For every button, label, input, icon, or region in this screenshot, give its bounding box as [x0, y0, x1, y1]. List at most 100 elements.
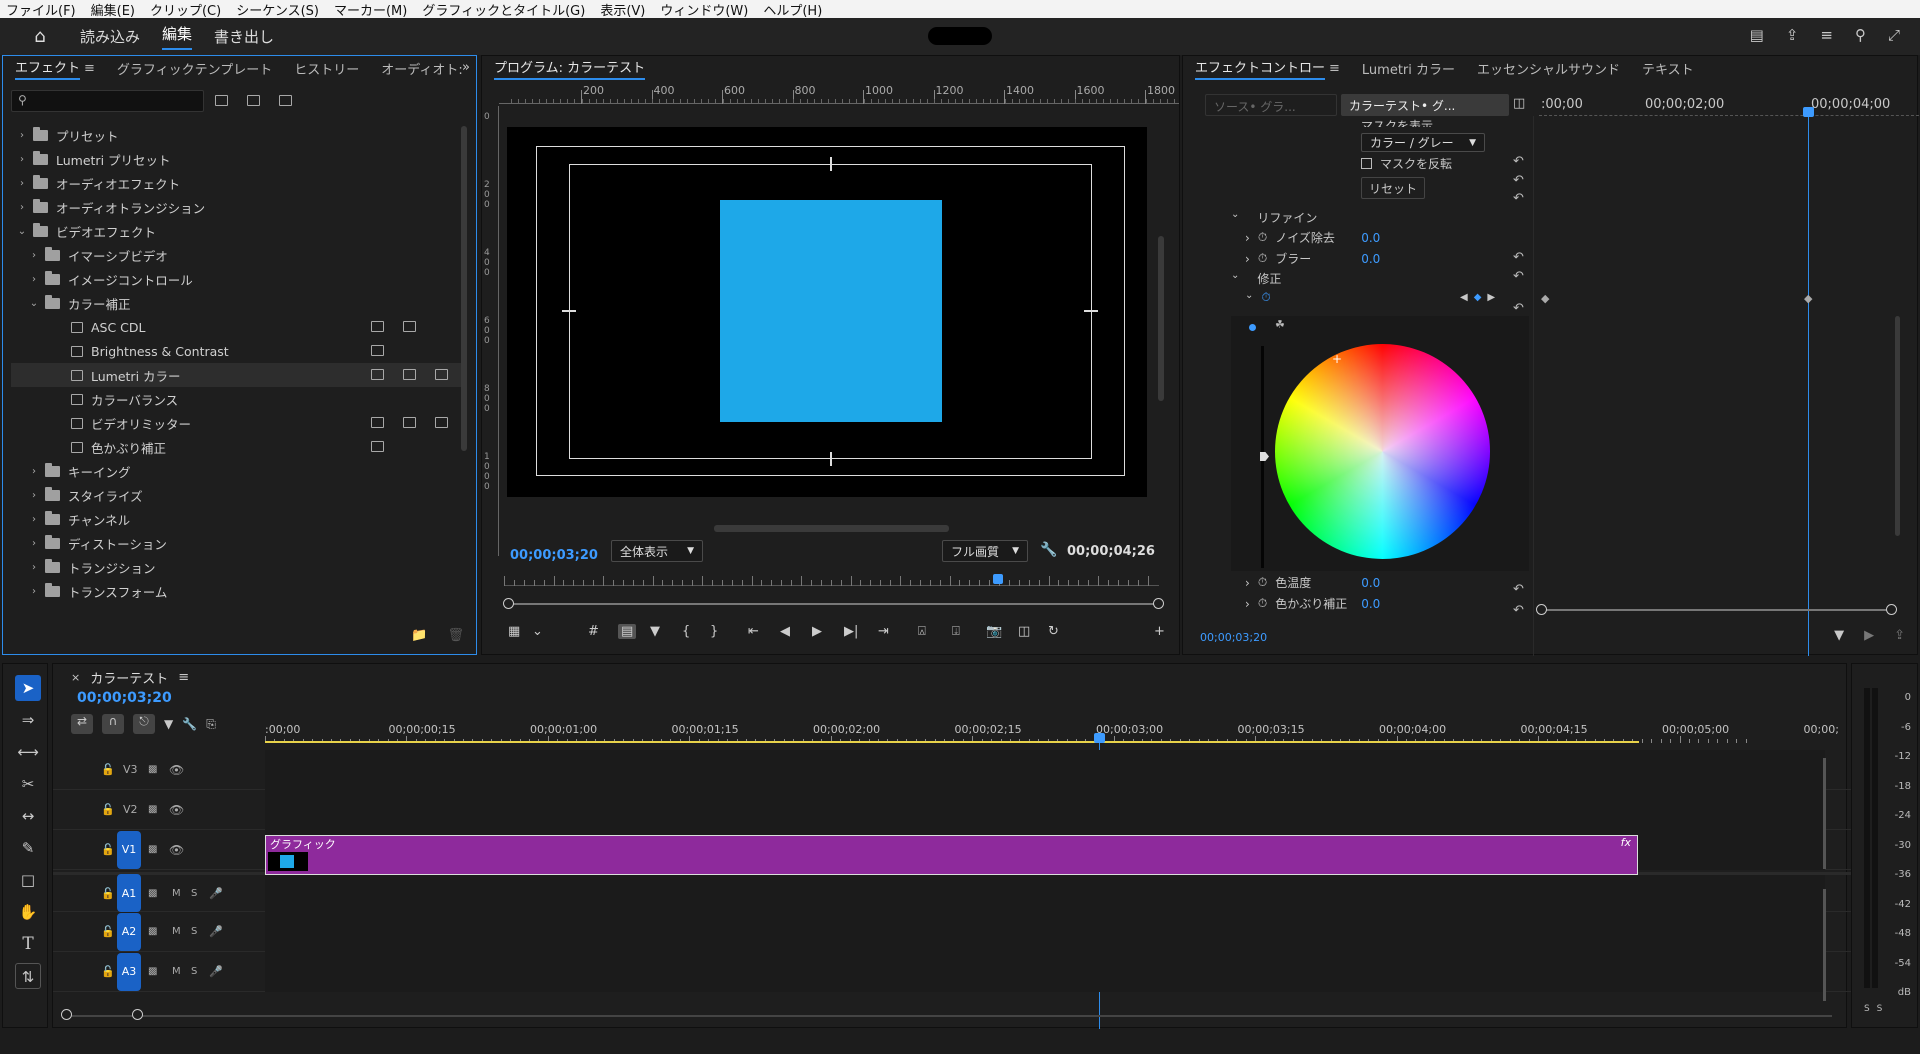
timeline-settings-icon[interactable]: 🔧: [182, 717, 197, 731]
mini-playhead[interactable]: [993, 574, 1003, 584]
mode-dropdown[interactable]: カラー / グレー ▼: [1361, 133, 1485, 152]
compare-icon[interactable]: ◫: [1018, 624, 1030, 639]
track-lane[interactable]: [265, 875, 1825, 915]
sync-lock-icon[interactable]: ▩: [148, 804, 157, 815]
grid-icon[interactable]: #: [588, 624, 599, 639]
chevron-right-icon[interactable]: ›: [27, 250, 41, 261]
chevron-right-icon[interactable]: ›: [1245, 597, 1250, 611]
ec-zoom-right[interactable]: [1886, 604, 1897, 615]
play-icon[interactable]: ▶: [812, 624, 822, 639]
chevron-right-icon[interactable]: ›: [27, 514, 41, 525]
track-name[interactable]: V2: [123, 803, 138, 816]
sync-lock-icon[interactable]: ▩: [148, 926, 157, 937]
track-lane[interactable]: [265, 750, 1825, 790]
add-keyframe-icon[interactable]: ◆: [1474, 292, 1482, 303]
menu-item[interactable]: クリップ(C): [150, 0, 221, 19]
microphone-icon[interactable]: 🎤: [209, 887, 223, 900]
chevron-down-icon[interactable]: ⌄: [15, 226, 29, 237]
effects-tree-item[interactable]: ⌄ カラー補正: [11, 291, 466, 315]
mini-timeline[interactable]: [504, 574, 1159, 586]
track-target[interactable]: V1: [117, 830, 141, 869]
settings-icon[interactable]: ≡: [1820, 26, 1833, 44]
sync-lock-icon[interactable]: ▩: [148, 764, 157, 775]
search-field[interactable]: ⚲: [11, 90, 204, 112]
rectangle-tool-icon[interactable]: □: [15, 867, 41, 893]
stopwatch-icon[interactable]: ⏱: [1258, 596, 1267, 611]
track-name[interactable]: V3: [123, 763, 138, 776]
stopwatch-icon[interactable]: ⏱: [1258, 230, 1267, 245]
track-lane[interactable]: [265, 912, 1825, 952]
prev-keyframe-icon[interactable]: ◀: [1460, 292, 1468, 303]
timeline-ruler[interactable]: :00;00 00;00;00;15 00;00;01;00 00;00;01;15 0…: [265, 716, 1839, 744]
effects-tree-item[interactable]: › プリセット: [11, 123, 466, 147]
sequence-tab[interactable]: カラーテスト• グ...: [1341, 94, 1509, 116]
meter-solo-buttons[interactable]: S S: [1864, 1004, 1884, 1014]
effects-tree-item[interactable]: › トランスフォーム: [11, 579, 466, 603]
temp-value[interactable]: 0.0: [1361, 576, 1380, 590]
audio-vscroll[interactable]: [1823, 889, 1826, 1001]
lock-icon[interactable]: 🔓: [101, 843, 115, 856]
work-area-bar[interactable]: [265, 741, 1639, 743]
filter-icon[interactable]: ▼: [1834, 628, 1844, 643]
monitor-hscroll[interactable]: [714, 525, 949, 532]
fullscreen-icon[interactable]: ⤢: [1888, 26, 1900, 44]
track-target[interactable]: A1: [117, 874, 141, 912]
next-keyframe-icon[interactable]: ▶: [1487, 292, 1495, 303]
fx-badge[interactable]: fx: [1621, 836, 1631, 850]
lock-icon[interactable]: 🔓: [101, 803, 115, 816]
reset-parameter-icon[interactable]: ↶: [1513, 269, 1524, 284]
export-icon[interactable]: ⇪: [1894, 628, 1905, 643]
effects-tab[interactable]: オーディオト:: [381, 59, 462, 78]
chevron-right-icon[interactable]: ›: [27, 562, 41, 573]
mute-button[interactable]: M: [172, 926, 181, 937]
current-timecode[interactable]: 00;00;03;20: [510, 548, 598, 563]
mask-invert-checkbox[interactable]: [1361, 158, 1372, 169]
tab-export[interactable]: 書き出し: [214, 26, 274, 47]
effects-tree-item[interactable]: 色かぶり補正: [11, 435, 466, 459]
video-canvas[interactable]: [507, 127, 1147, 497]
effects-tree-item[interactable]: › トランジション: [11, 555, 466, 579]
razor-tool-icon[interactable]: ✂: [15, 771, 41, 797]
wheel-crosshair[interactable]: +: [1332, 352, 1342, 366]
camera-icon[interactable]: 📷: [986, 624, 1002, 639]
marker-icon[interactable]: ▼: [650, 624, 660, 639]
wrench-icon[interactable]: 🔧: [1040, 542, 1057, 558]
blur-value[interactable]: 0.0: [1361, 252, 1380, 266]
graphic-clip[interactable]: グラフィック fx: [265, 835, 1638, 875]
panel-menu-icon[interactable]: ≡: [1329, 61, 1340, 76]
close-icon[interactable]: ×: [71, 671, 80, 684]
correction-section[interactable]: ⌄ 修正: [1231, 270, 1281, 287]
menu-item[interactable]: ファイル(F): [6, 0, 76, 19]
ec-scrollbar[interactable]: [1895, 316, 1900, 536]
effects-tree-item[interactable]: ASC CDL: [11, 315, 466, 339]
overflow-chevron-icon[interactable]: »: [462, 60, 470, 75]
effects-tree-item[interactable]: › ディストーション: [11, 531, 466, 555]
tree-scrollbar[interactable]: [461, 126, 467, 451]
effects-tab[interactable]: グラフィックテンプレート: [117, 59, 272, 78]
timeline-zoom-handle-left[interactable]: [61, 1009, 72, 1020]
zoom-dropdown[interactable]: 全体表示 ▼: [611, 540, 703, 562]
reset-parameter-icon[interactable]: ↶: [1513, 173, 1524, 188]
eye-icon[interactable]: 👁: [169, 763, 184, 777]
microphone-icon[interactable]: 🎤: [209, 925, 223, 938]
selection-tool-icon[interactable]: ➤: [15, 675, 41, 701]
hand-tool-icon[interactable]: ✋: [15, 899, 41, 925]
chevron-right-icon[interactable]: ›: [1245, 252, 1250, 266]
step-back-icon[interactable]: ◀: [780, 624, 790, 639]
home-icon[interactable]: ⌂: [0, 26, 80, 47]
mute-button[interactable]: M: [172, 888, 181, 899]
go-to-in-icon[interactable]: ⇤: [748, 624, 759, 639]
effects-tree-item[interactable]: › イマーシブビデオ: [11, 243, 466, 267]
sync-lock-icon[interactable]: ▩: [148, 844, 157, 855]
track-lane[interactable]: [265, 952, 1825, 992]
chevron-down-icon[interactable]: ⌄: [1245, 290, 1253, 305]
source-tab[interactable]: ソース• グラ...: [1205, 94, 1337, 116]
video-vscroll[interactable]: [1823, 758, 1826, 869]
effects-tree-item[interactable]: ⌄ ビデオエフェクト: [11, 219, 466, 243]
refine-section[interactable]: ⌄ リファイン: [1231, 209, 1317, 226]
chevron-right-icon[interactable]: ›: [1245, 231, 1250, 245]
track-select-tool-icon[interactable]: ⇒: [15, 707, 41, 733]
lock-icon[interactable]: 🔓: [101, 965, 115, 978]
timeline-playhead-marker[interactable]: [1093, 733, 1105, 743]
linked-select-icon[interactable]: ⎋: [133, 714, 155, 734]
